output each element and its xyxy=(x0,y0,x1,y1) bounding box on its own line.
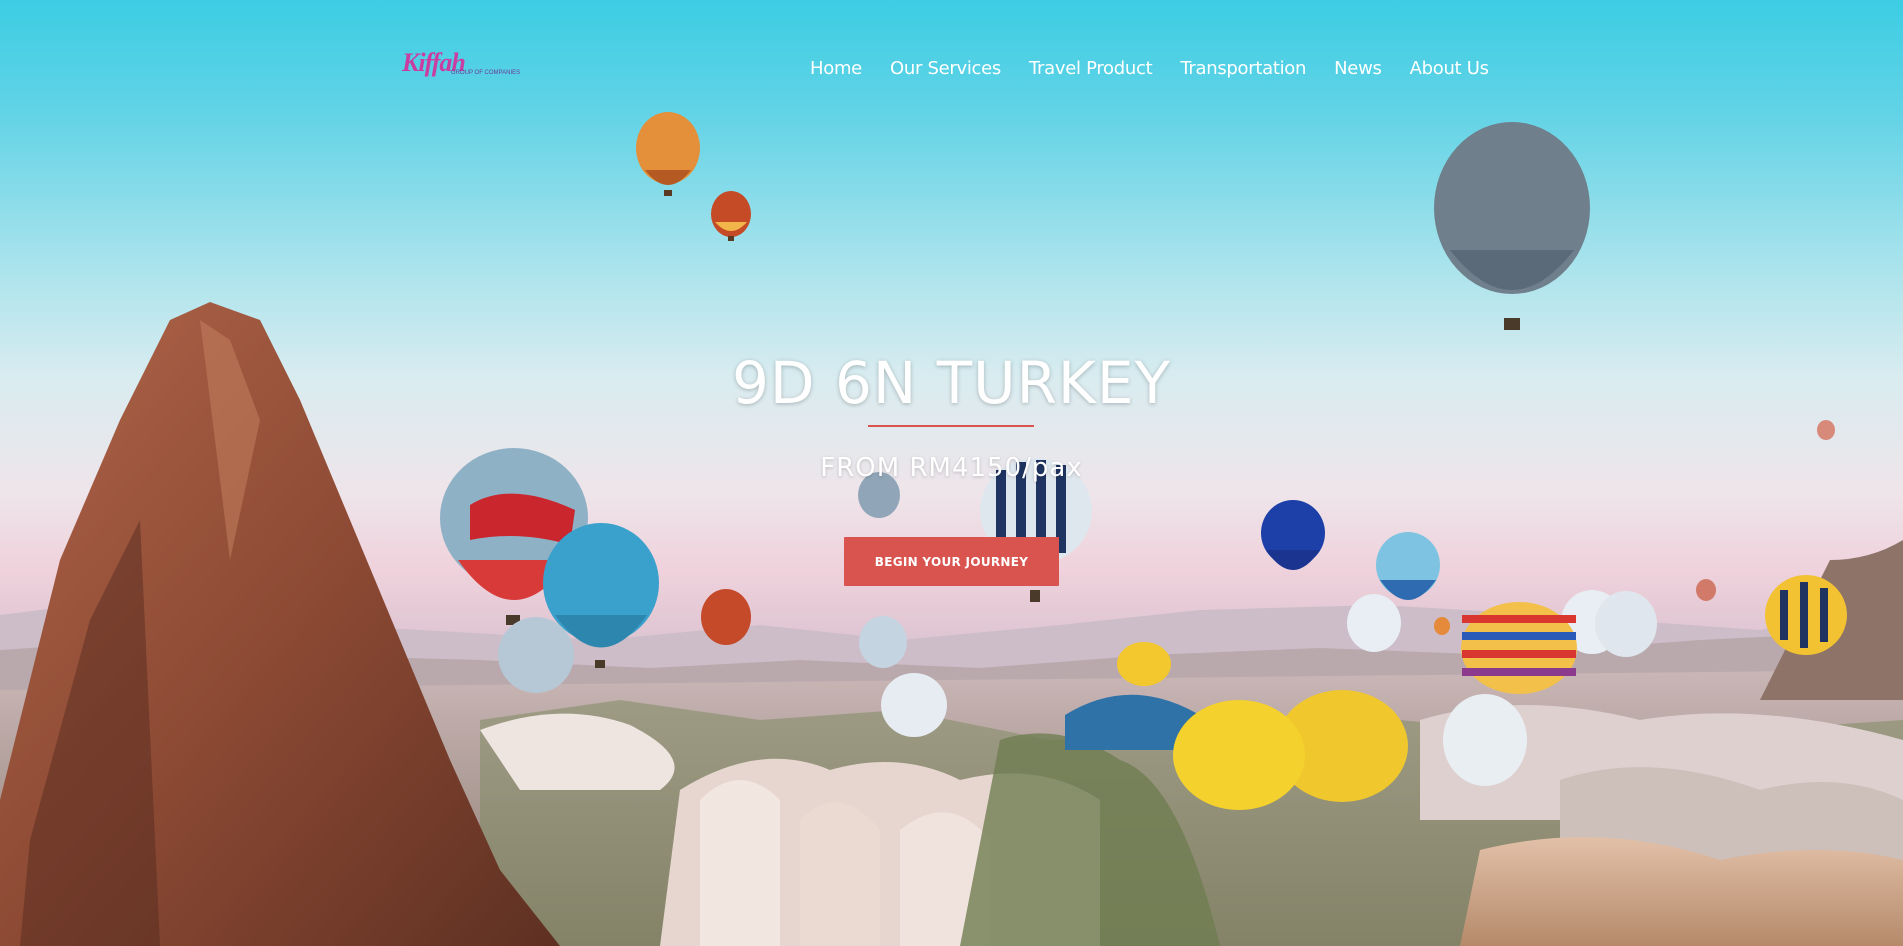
hero-title: 9D 6N TURKEY xyxy=(731,349,1171,417)
nav-about-us[interactable]: About Us xyxy=(1410,55,1489,83)
main-nav: Home Our Services Travel Product Transpo… xyxy=(810,55,1489,83)
hero-price: FROM RM4150/pax xyxy=(820,453,1083,483)
balloon xyxy=(636,112,700,196)
nav-our-services[interactable]: Our Services xyxy=(890,55,1001,83)
nav-news[interactable]: News xyxy=(1334,55,1382,83)
hero-section: Kiffah GROUP OF COMPANIES Home Our Servi… xyxy=(0,0,1903,946)
hero-divider xyxy=(868,425,1034,427)
logo[interactable]: Kiffah GROUP OF COMPANIES xyxy=(402,50,522,80)
nav-transportation[interactable]: Transportation xyxy=(1180,55,1306,83)
begin-journey-button[interactable]: BEGIN YOUR JOURNEY xyxy=(844,537,1059,586)
nav-home[interactable]: Home xyxy=(810,55,862,83)
logo-tagline: GROUP OF COMPANIES xyxy=(451,70,521,76)
nav-travel-product[interactable]: Travel Product xyxy=(1029,55,1153,83)
